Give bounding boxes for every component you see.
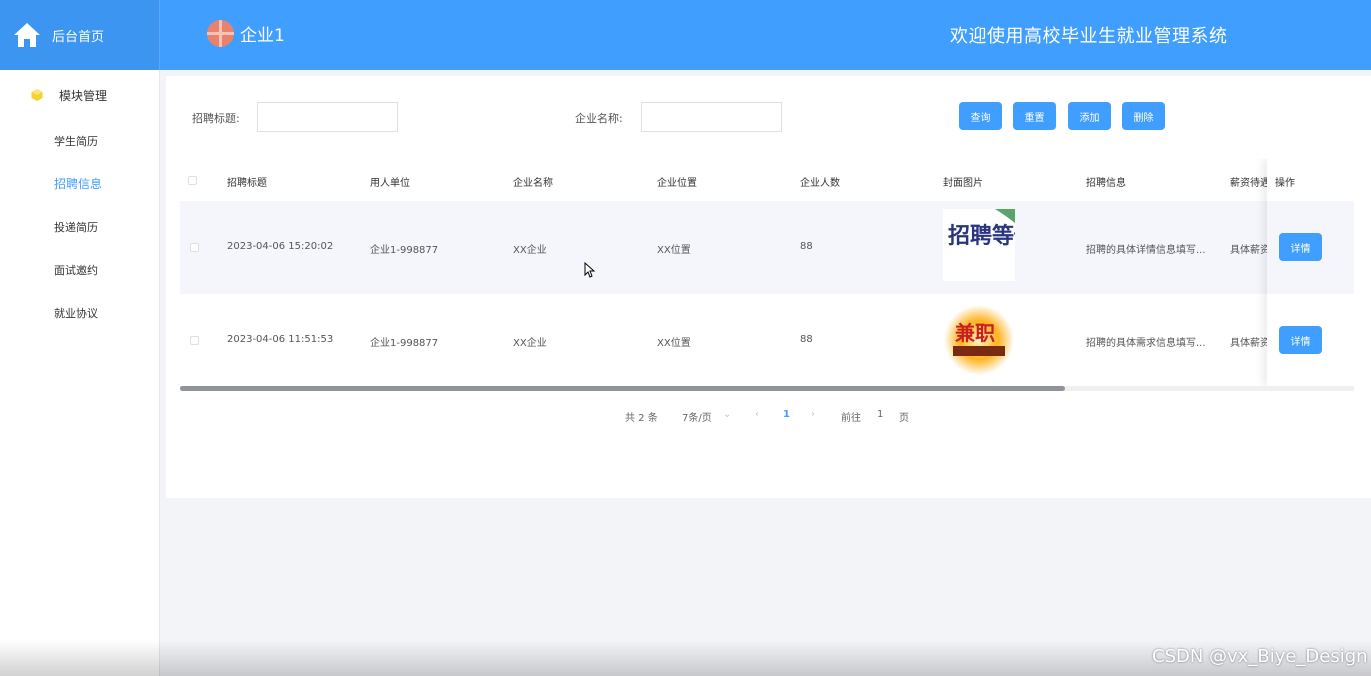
top-header: 后台首页 企业1 欢迎使用高校毕业生就业管理系统 [0,0,1371,70]
sidebar-item-interview[interactable]: 面试邀约 [0,249,159,292]
sidebar-group-label: 模块管理 [59,88,108,103]
home-icon [13,21,41,49]
title-filter-label: 招聘标题: [192,112,240,125]
org-info: 企业1 [207,20,285,47]
action-cell: 详情 [1267,201,1354,294]
add-button[interactable]: 添加 [1068,102,1111,130]
system-title: 欢迎使用高校毕业生就业管理系统 [950,26,1228,47]
mouse-cursor-icon [584,262,595,278]
scrollbar-thumb[interactable] [180,386,1065,391]
row-checkbox[interactable] [190,243,199,252]
cell-employer: 企业1-998877 [370,338,439,349]
sidebar-item-submitted-resume[interactable]: 投递简历 [0,206,159,249]
cover-image: 兼职 [943,304,1015,376]
goto-page-input[interactable]: 1 [877,409,883,420]
home-label: 后台首页 [52,29,105,45]
sidebar-item-recruitment[interactable]: 招聘信息 [0,163,159,206]
table-row[interactable]: 2023-04-06 15:20:02 企业1-998877 XX企业 XX位置… [180,201,1354,294]
main-panel: 招聘标题: 企业名称: 查询 重置 添加 删除 招聘标题 用人单位 企业名称 企… [166,76,1371,498]
cell-salary: 具体薪资 [1230,245,1270,256]
cell-company: XX企业 [513,245,547,256]
sidebar-item-resume[interactable]: 学生简历 [0,120,159,163]
cell-location: XX位置 [657,245,691,256]
reset-button[interactable]: 重置 [1013,102,1056,130]
title-filter-input[interactable] [257,102,398,132]
cube-icon [31,89,43,101]
cover-text: 招聘等你来! [948,223,1015,249]
cell-headcount: 88 [800,241,813,252]
row-checkbox[interactable] [190,336,199,345]
cell-title: 2023-04-06 15:20:02 [227,241,334,252]
column-header: 企业名称 [513,178,553,189]
column-header: 用人单位 [370,178,410,189]
select-all-checkbox[interactable] [188,176,197,185]
query-button[interactable]: 查询 [959,102,1002,130]
cover-text: 兼职 [955,321,995,345]
column-header: 薪资待遇 [1230,178,1270,189]
org-name: 企业1 [240,26,285,46]
chevron-down-icon[interactable]: ⌄ [723,409,731,420]
detail-button[interactable]: 详情 [1279,326,1322,354]
column-header: 招聘信息 [1086,178,1126,189]
recruitment-table: 招聘标题 用人单位 企业名称 企业位置 企业人数 封面图片 招聘信息 薪资待遇 … [180,159,1354,393]
column-header: 招聘标题 [227,178,267,189]
current-page[interactable]: 1 [783,409,790,420]
delete-button[interactable]: 删除 [1122,102,1165,130]
cell-headcount: 88 [800,334,813,345]
table-row[interactable]: 2023-04-06 11:51:53 企业1-998877 XX企业 XX位置… [180,294,1354,387]
watermark: CSDN @vx_Biye_Design [1152,646,1368,667]
goto-label: 前往 [841,413,861,424]
sidebar-item-agreement[interactable]: 就业协议 [0,292,159,335]
column-header: 企业人数 [800,178,840,189]
column-header-action: 操作 [1275,178,1295,189]
pagination: 共 2 条 7条/页 ⌄ ‹ 1 › 前往 1 页 [166,409,1371,424]
cover-image: 招聘等你来! [943,209,1015,281]
sidebar: 模块管理 学生简历 招聘信息 投递简历 面试邀约 就业协议 [0,70,160,676]
cell-salary: 具体薪资 [1230,338,1270,349]
pagination-total: 共 2 条 [625,413,658,424]
home-link[interactable]: 后台首页 [0,0,160,70]
cell-location: XX位置 [657,338,691,349]
horizontal-scrollbar[interactable] [180,386,1354,391]
table-header: 招聘标题 用人单位 企业名称 企业位置 企业人数 封面图片 招聘信息 薪资待遇 [180,159,1354,201]
action-cell: 详情 [1267,294,1354,387]
page-size-select[interactable]: 7条/页 [682,409,712,424]
prev-page-icon[interactable]: ‹ [755,409,759,420]
org-avatar [207,20,234,47]
action-column: 操作 详情 详情 [1267,159,1354,386]
detail-button[interactable]: 详情 [1279,233,1322,261]
cell-employer: 企业1-998877 [370,245,439,256]
cell-info: 招聘的具体详情信息填写... [1086,245,1206,256]
cell-info: 招聘的具体需求信息填写... [1086,338,1206,349]
company-filter-label: 企业名称: [575,112,623,125]
company-filter-input[interactable] [641,102,782,132]
cell-company: XX企业 [513,338,547,349]
cell-title: 2023-04-06 11:51:53 [227,334,334,345]
search-bar: 招聘标题: 企业名称: 查询 重置 添加 删除 [166,102,1371,132]
column-header: 封面图片 [943,178,983,189]
column-header: 企业位置 [657,178,697,189]
next-page-icon[interactable]: › [811,409,815,420]
page-unit-label: 页 [899,413,909,424]
sidebar-group-module[interactable]: 模块管理 [0,70,159,120]
